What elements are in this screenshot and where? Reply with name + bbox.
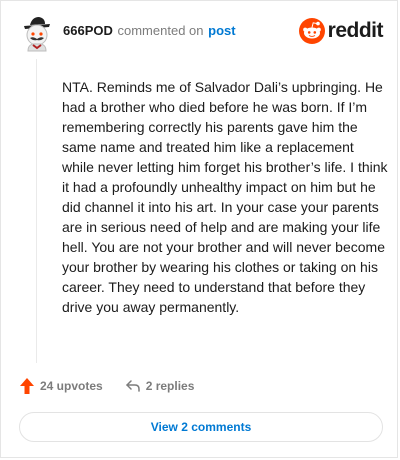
thread-line — [36, 59, 37, 363]
view-comments-button[interactable]: View 2 comments — [19, 412, 383, 442]
post-link[interactable]: post — [208, 23, 235, 38]
upvote-button[interactable]: 24 upvotes — [19, 377, 103, 395]
reddit-brand[interactable]: reddit — [298, 18, 384, 44]
replies-count: 2 replies — [145, 379, 195, 393]
reply-arrow-icon — [125, 380, 140, 392]
comment-body: NTA. Reminds me of Salvador Dali’s upbri… — [62, 79, 388, 315]
comment-card: 666POD commented on post reddit NTA. Rem… — [0, 0, 398, 458]
upvote-count: 24 upvotes — [40, 379, 103, 393]
commented-on-text: commented on — [117, 23, 204, 38]
username[interactable]: 666POD — [63, 23, 113, 38]
upvote-arrow-icon — [20, 378, 34, 394]
comment-header: 666POD commented on post reddit — [19, 13, 384, 53]
reddit-wordmark: reddit — [327, 19, 384, 42]
avatar-icon[interactable] — [19, 14, 55, 52]
comment-actions: 24 upvotes 2 replies — [19, 377, 194, 395]
reddit-logo-icon — [298, 18, 325, 44]
replies-button[interactable]: 2 replies — [125, 379, 195, 393]
comment-meta: 666POD commented on post — [63, 23, 236, 39]
